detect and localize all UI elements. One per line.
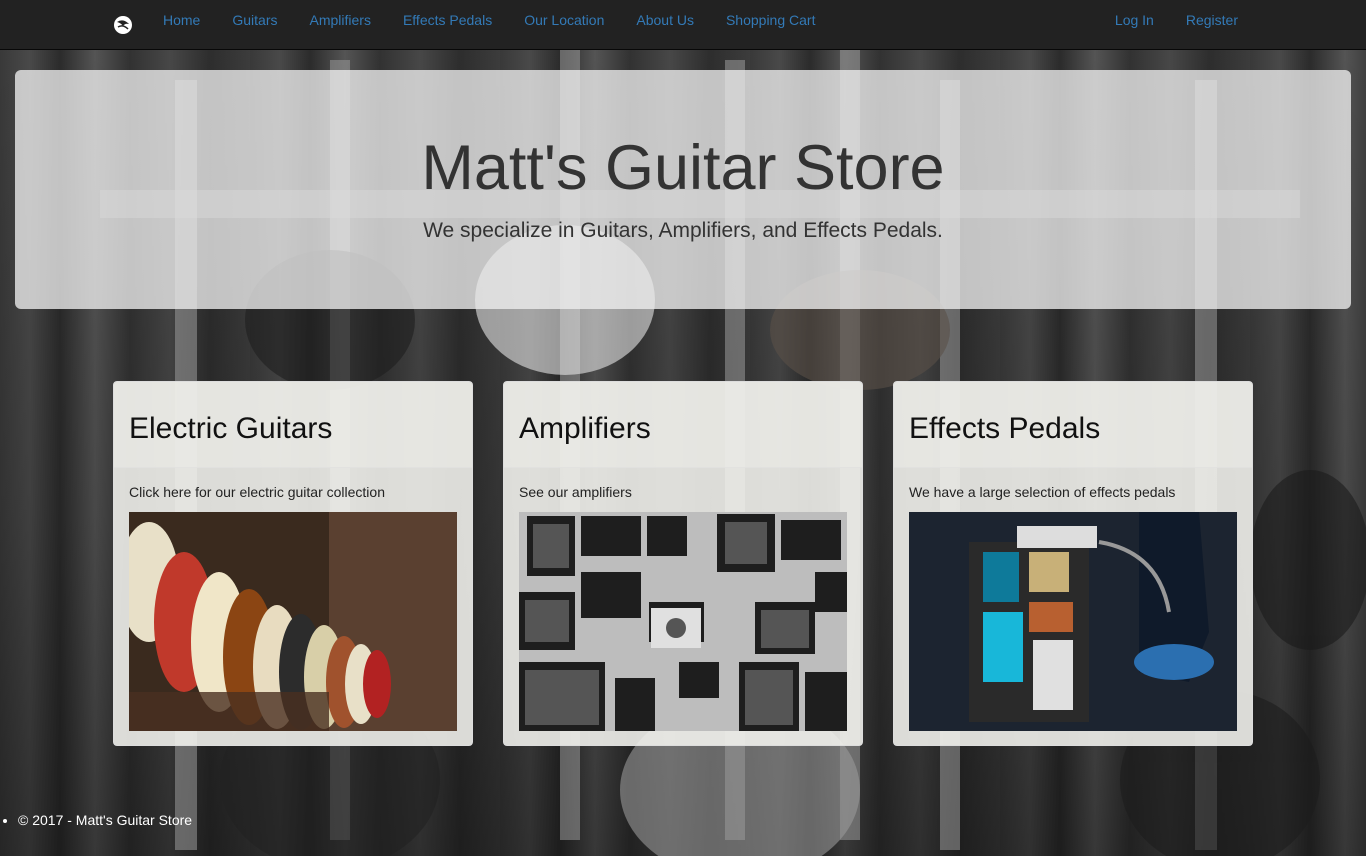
card-amplifiers[interactable]: Amplifiers See our amplifiers [503,381,863,746]
amplifiers-image[interactable] [519,512,847,731]
effects-pedals-image[interactable] [909,512,1237,731]
hero-jumbotron: Matt's Guitar Store We specialize in Gui… [15,70,1351,309]
card-header: Effects Pedals [894,382,1252,468]
nav-shopping-cart-link[interactable]: Shopping Cart [710,0,832,40]
hero-title: Matt's Guitar Store [421,133,945,203]
nav-guitars-link[interactable]: Guitars [216,0,293,40]
account-nav: Log In Register [1099,0,1254,40]
guitar-logo-icon[interactable] [112,14,134,36]
nav-login-link[interactable]: Log In [1099,0,1170,40]
nav-about-us-link[interactable]: About Us [620,0,710,40]
card-effects-pedals[interactable]: Effects Pedals We have a large selection… [893,381,1253,746]
main-nav: Home Guitars Amplifiers Effects Pedals O… [147,0,831,40]
page-footer: © 2017 - Matt's Guitar Store [0,812,192,828]
top-navbar: Home Guitars Amplifiers Effects Pedals O… [0,0,1366,50]
hero-subtitle: We specialize in Guitars, Amplifiers, an… [423,219,943,242]
card-description[interactable]: We have a large selection of effects ped… [909,484,1175,500]
card-header: Amplifiers [504,382,862,468]
card-header: Electric Guitars [114,382,472,468]
nav-register-link[interactable]: Register [1170,0,1254,40]
nav-our-location-link[interactable]: Our Location [508,0,620,40]
card-description[interactable]: See our amplifiers [519,484,632,500]
nav-effects-pedals-link[interactable]: Effects Pedals [387,0,508,40]
electric-guitars-image[interactable] [129,512,457,731]
nav-home-link[interactable]: Home [147,0,216,40]
card-description[interactable]: Click here for our electric guitar colle… [129,484,385,500]
footer-copyright: © 2017 - Matt's Guitar Store [18,812,192,828]
nav-amplifiers-link[interactable]: Amplifiers [293,0,386,40]
card-title: Electric Guitars [129,412,333,445]
card-electric-guitars[interactable]: Electric Guitars Click here for our elec… [113,381,473,746]
card-title: Effects Pedals [909,412,1101,445]
card-title: Amplifiers [519,412,651,445]
